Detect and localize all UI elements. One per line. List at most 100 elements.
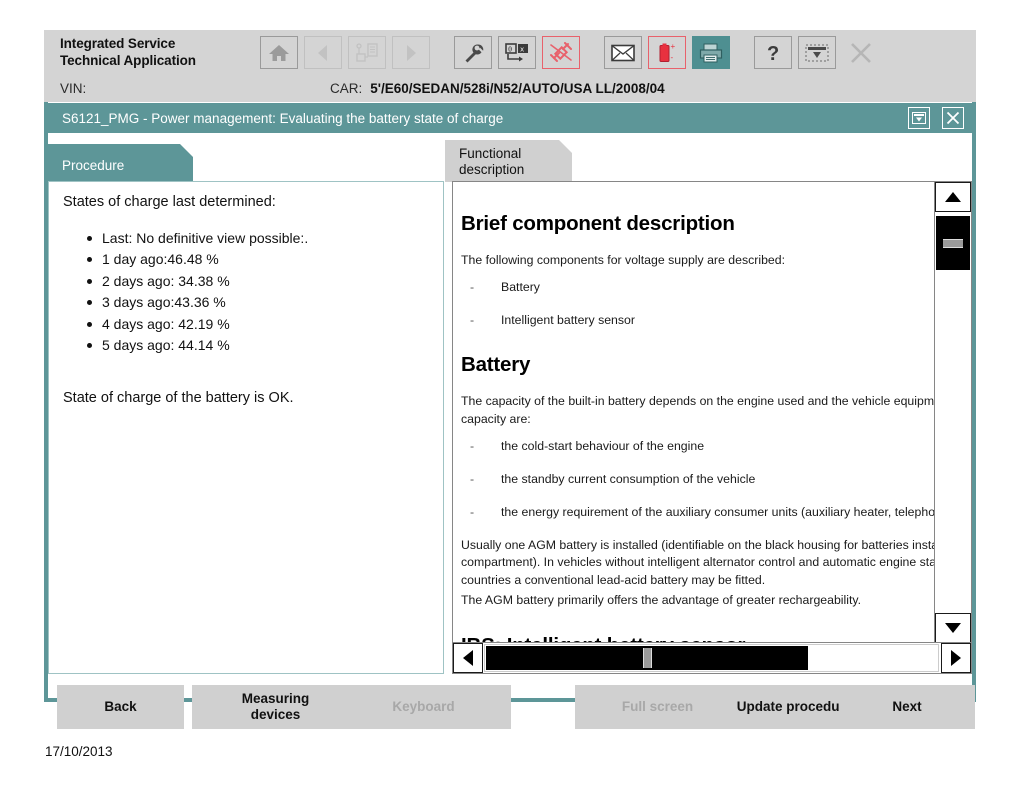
vin-label: VIN: — [60, 81, 87, 96]
list-item: 4 days ago: 42.19 % — [87, 314, 429, 335]
application-title-line1: Integrated Service — [60, 35, 176, 51]
functional-description-panel: Brief component description The followin… — [452, 181, 972, 674]
doc-heading-brief-component-description: Brief component description — [461, 212, 735, 235]
triangle-left-icon — [463, 650, 473, 666]
car-label: CAR: — [330, 81, 363, 96]
minimize-icon — [912, 112, 926, 124]
back-arrow-icon — [318, 44, 327, 61]
keyboard-button-label: Keyboard — [392, 698, 455, 714]
document-viewport: Brief component description The followin… — [453, 182, 934, 643]
doc-intro-paragraph: The following components for voltage sup… — [461, 253, 786, 267]
scrollbar-grip — [642, 648, 652, 668]
svg-text:-: - — [671, 53, 674, 62]
doc-agm-paragraph: Usually one AGM battery is installed (id… — [461, 537, 934, 588]
list-item: 2 days ago: 34.38 % — [87, 271, 429, 292]
back-arrow-button[interactable] — [304, 36, 342, 69]
car-value: 5'/E60/SEDAN/528i/N52/AUTO/USA LL/2008/0… — [370, 81, 665, 96]
back-button-label: Back — [104, 698, 137, 714]
scroll-left-button[interactable] — [453, 643, 483, 673]
service-functions-button[interactable] — [454, 36, 492, 69]
application-titlebar: Integrated Service Technical Application — [44, 30, 976, 75]
svg-text:0: 0 — [508, 45, 512, 53]
connection-icon — [550, 41, 572, 62]
next-button[interactable]: Next — [839, 685, 975, 729]
close-window-button[interactable] — [842, 36, 880, 69]
envelope-icon — [611, 44, 635, 61]
tab-procedure[interactable]: Procedure — [48, 144, 193, 182]
footer-button-bar: Back Measuring devices Keyboard Full scr… — [44, 685, 976, 730]
measuring-devices-button[interactable]: Measuring devices — [192, 685, 359, 729]
battery-icon: + - — [659, 42, 676, 62]
triangle-up-icon — [945, 192, 961, 202]
tab-functional-label-line2: description — [459, 162, 525, 178]
update-procedure-button-label: Update procedure — [736, 698, 853, 714]
horizontal-scrollbar[interactable] — [453, 642, 971, 673]
svg-text:x: x — [520, 45, 524, 53]
battery-button[interactable]: + - — [648, 36, 686, 69]
tab-procedure-label: Procedure — [62, 158, 125, 173]
module-title: S6121_PMG - Power management: Evaluating… — [62, 110, 504, 126]
document-content: Brief component description The followin… — [461, 182, 934, 643]
vertical-scrollbar[interactable] — [934, 182, 971, 643]
list-item: 1 day ago:46.48 % — [87, 249, 429, 270]
state-of-charge-list: Last: No definitive view possible:. 1 da… — [63, 228, 429, 356]
battery-status-text: State of charge of the battery is OK. — [63, 390, 294, 407]
doc-heading-battery: Battery — [461, 353, 531, 377]
triangle-right-icon — [951, 650, 961, 666]
doc-battery-intro: The capacity of the built-in battery dep… — [461, 394, 934, 427]
messages-button[interactable] — [604, 36, 642, 69]
application-title: Integrated Service Technical Application — [44, 36, 260, 70]
module-close-button[interactable] — [942, 107, 964, 129]
scroll-down-button[interactable] — [935, 613, 971, 643]
doc-component-item: Battery — [461, 279, 934, 297]
scrollbar-grip — [943, 238, 963, 248]
next-button-label: Next — [892, 698, 922, 714]
forward-arrow-button[interactable] — [392, 36, 430, 69]
doc-agm-advantage-paragraph: The AGM battery primarily offers the adv… — [461, 593, 862, 608]
keyboard-button: Keyboard — [336, 685, 511, 729]
diagnosis-icon: 0 x — [505, 42, 528, 61]
home-icon-button[interactable] — [260, 36, 298, 69]
triangle-down-icon — [945, 623, 961, 633]
connection-button[interactable] — [542, 36, 580, 69]
application-screenshot: Integrated Service Technical Application — [0, 0, 1024, 791]
minimize-window-button[interactable] — [798, 36, 836, 69]
tab-strip: Procedure Functional description — [48, 140, 972, 182]
measuring-devices-label-line2: devices — [250, 707, 301, 722]
application-title-line2: Technical Application — [60, 52, 196, 68]
date-label: 17/10/2013 — [45, 744, 113, 759]
svg-text:?: ? — [767, 43, 779, 64]
svg-text:+: + — [671, 42, 676, 51]
vertical-scrollbar-thumb[interactable] — [936, 216, 970, 270]
forward-arrow-icon — [407, 44, 416, 61]
close-icon — [946, 111, 960, 125]
close-icon — [851, 42, 871, 63]
vehicle-network-button[interactable] — [348, 36, 386, 69]
help-icon: ? — [767, 43, 779, 64]
diagnosis-button[interactable]: 0 x — [498, 36, 536, 69]
full-screen-button-label: Full screen — [621, 698, 694, 714]
procedure-heading: States of charge last determined: — [63, 194, 276, 210]
vehicle-info-bar: VIN: CAR: 5'/E60/SEDAN/528i/N52/AUTO/USA… — [44, 75, 976, 102]
home-icon — [269, 44, 289, 61]
help-button[interactable]: ? — [754, 36, 792, 69]
measuring-devices-label-line1: Measuring — [241, 690, 310, 706]
doc-battery-factor: the energy requirement of the auxiliary … — [461, 504, 934, 522]
vehicle-network-icon — [356, 42, 378, 62]
list-item: Last: No definitive view possible:. — [87, 228, 429, 249]
horizontal-scrollbar-thumb[interactable] — [486, 646, 808, 670]
wrench-icon — [465, 43, 484, 62]
minimize-icon — [805, 44, 829, 61]
list-item: 5 days ago: 44.14 % — [87, 335, 429, 356]
tab-functional-label-line1: Functional — [459, 146, 522, 161]
doc-battery-factor: the standby current consumption of the v… — [461, 471, 934, 489]
scroll-right-button[interactable] — [941, 643, 971, 673]
scroll-up-button[interactable] — [935, 182, 971, 212]
print-button[interactable] — [692, 36, 730, 69]
tab-functional-description[interactable]: Functional description — [445, 140, 572, 182]
printer-icon — [699, 43, 723, 62]
module-minimize-button[interactable] — [908, 107, 930, 129]
horizontal-scrollbar-track[interactable] — [484, 644, 939, 672]
back-button[interactable]: Back — [57, 685, 184, 729]
procedure-panel: States of charge last determined: Last: … — [48, 181, 444, 674]
